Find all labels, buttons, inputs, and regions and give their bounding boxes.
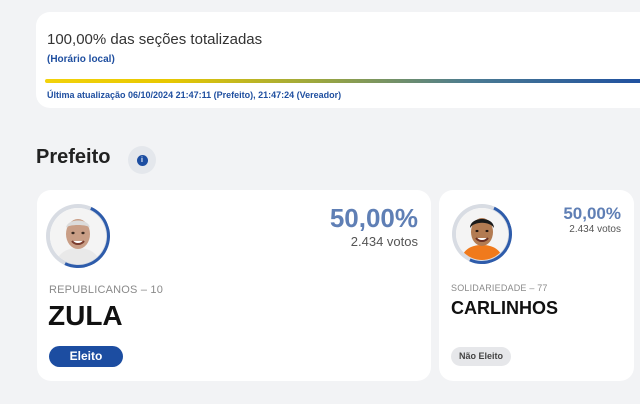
elected-badge: Eleito <box>49 346 123 367</box>
candidate-photo <box>50 208 106 264</box>
vote-percentage: 50,00% <box>329 203 418 233</box>
last-update-text: Última atualização 06/10/2024 21:47:11 (… <box>47 90 342 100</box>
candidate-avatar <box>46 204 110 268</box>
not-elected-badge: Não Eleito <box>451 347 511 366</box>
candidate-name: ZULA <box>48 300 123 331</box>
candidate-card[interactable]: 50,00% 2.434 votos REPUBLICANOS – 10 ZUL… <box>37 190 431 381</box>
local-time-note: (Horário local) <box>47 54 115 65</box>
candidate-avatar <box>452 204 512 264</box>
vote-percentage: 50,00% <box>563 204 621 223</box>
party-label: REPUBLICANOS – 10 <box>49 284 164 296</box>
totalization-status-card: 100,00% das seções totalizadas (Horário … <box>36 12 640 108</box>
party-label: SOLIDARIEDADE – 77 <box>451 283 548 293</box>
candidate-photo <box>456 208 508 260</box>
vote-count: 2.434 votos <box>350 234 418 249</box>
progress-fill <box>45 79 640 83</box>
vote-count: 2.434 votos <box>569 224 621 235</box>
section-title: Prefeito <box>36 146 111 168</box>
candidate-name: CARLINHOS <box>451 298 558 318</box>
info-icon: i <box>136 154 148 166</box>
totalization-title: 100,00% das seções totalizadas <box>47 31 263 48</box>
info-button[interactable]: i <box>128 146 156 174</box>
totalization-progress-bar <box>45 79 640 83</box>
candidate-card[interactable]: 50,00% 2.434 votos SOLIDARIEDADE – 77 CA… <box>439 190 634 381</box>
